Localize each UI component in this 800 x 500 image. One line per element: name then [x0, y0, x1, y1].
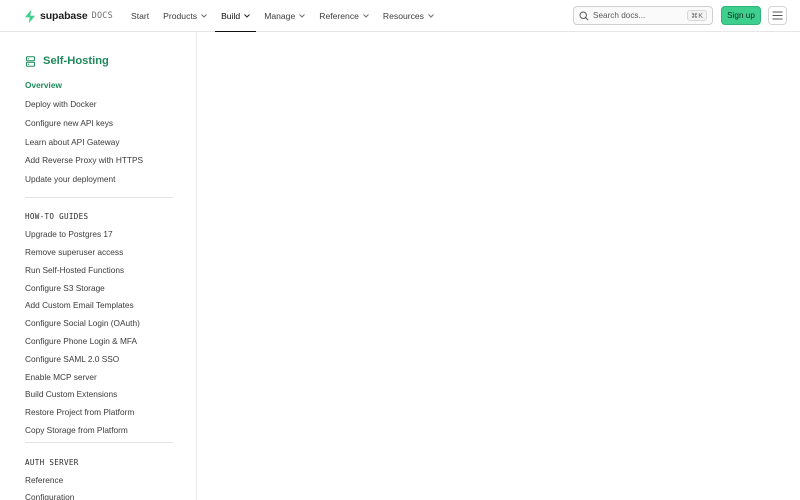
menu-button[interactable] [768, 6, 787, 25]
brand-name: supabase [40, 10, 88, 22]
sidebar-link-guide[interactable]: Run Self-Hosted Functions [25, 265, 124, 275]
nav-label: Resources [382, 11, 424, 21]
nav-item-build[interactable]: Build [214, 0, 257, 33]
top-navbar: supabase DOCS Start Products Build Manag… [0, 0, 800, 33]
search-icon [579, 10, 589, 21]
nav-item-products[interactable]: Products [156, 0, 214, 32]
search-shortcut-badge: ⌘K [687, 10, 707, 21]
sidebar-link-guide[interactable]: Configure Phone Login & MFA [25, 336, 137, 346]
nav-item-start[interactable]: Start [124, 0, 156, 32]
group-label-auth-server: AUTH SERVER [25, 458, 79, 467]
sidebar-link-guide[interactable]: Configure Social Login (OAuth) [25, 318, 140, 328]
sidebar-link-guide[interactable]: Upgrade to Postgres 17 [25, 229, 113, 239]
sidebar-divider [25, 197, 173, 198]
main-content [198, 32, 800, 500]
sidebar-title: Self-Hosting [43, 55, 109, 67]
nav-item-reference[interactable]: Reference [312, 0, 376, 32]
sidebar-section-header: Self-Hosting [25, 55, 109, 67]
nav-label: Reference [319, 11, 359, 21]
sidebar-link-auth-configuration[interactable]: Configuration [25, 492, 74, 500]
main-nav: Start Products Build Manage Reference Re… [124, 0, 441, 33]
docs-sidebar: Self-Hosting Overview Deploy with Docker… [0, 32, 197, 500]
sidebar-link-guide[interactable]: Enable MCP server [25, 372, 97, 382]
search-docs-button[interactable]: Search docs... ⌘K [573, 6, 713, 25]
chevron-down-icon [363, 14, 369, 18]
group-label-how-to-guides: HOW-TO GUIDES [25, 212, 89, 221]
sidebar-link-guide[interactable]: Build Custom Extensions [25, 389, 117, 399]
sidebar-link-guide[interactable]: Add Custom Email Templates [25, 300, 134, 310]
chevron-down-icon [299, 14, 306, 18]
sidebar-link-guide[interactable]: Restore Project from Platform [25, 407, 134, 417]
search-placeholder: Search docs... [593, 11, 646, 20]
server-icon [26, 55, 35, 67]
sign-up-button[interactable]: Sign up [721, 6, 761, 25]
chevron-down-icon [201, 14, 207, 18]
nav-label: Products [163, 11, 198, 21]
chevron-down-icon [428, 14, 434, 18]
nav-label: Manage [264, 11, 296, 21]
sidebar-link-api-gateway[interactable]: Learn about API Gateway [25, 137, 120, 147]
brand-docs-label: DOCS [91, 11, 113, 21]
supabase-bolt-icon [25, 9, 35, 23]
nav-label: Build [221, 11, 241, 21]
sidebar-link-overview[interactable]: Overview [25, 80, 62, 90]
sidebar-link-auth-reference[interactable]: Reference [25, 475, 63, 485]
hamburger-menu-icon [772, 11, 783, 20]
sidebar-divider [25, 442, 173, 443]
sidebar-link-guide[interactable]: Configure SAML 2.0 SSO [25, 354, 119, 364]
sidebar-link-update-deployment[interactable]: Update your deployment [25, 174, 115, 184]
sidebar-link-guide[interactable]: Copy Storage from Platform [25, 425, 128, 435]
sidebar-link-guide[interactable]: Remove superuser access [25, 247, 123, 257]
sidebar-link-api-keys[interactable]: Configure new API keys [25, 118, 113, 128]
brand-logo[interactable]: supabase DOCS [24, 8, 113, 24]
sidebar-link-deploy-docker[interactable]: Deploy with Docker [25, 99, 96, 109]
sidebar-link-guide[interactable]: Configure S3 Storage [25, 283, 105, 293]
chevron-down-icon [244, 14, 251, 18]
nav-item-resources[interactable]: Resources [376, 0, 441, 32]
sidebar-link-reverse-proxy[interactable]: Add Reverse Proxy with HTTPS [25, 155, 143, 165]
nav-label: Start [131, 11, 150, 21]
nav-item-manage[interactable]: Manage [257, 0, 312, 32]
